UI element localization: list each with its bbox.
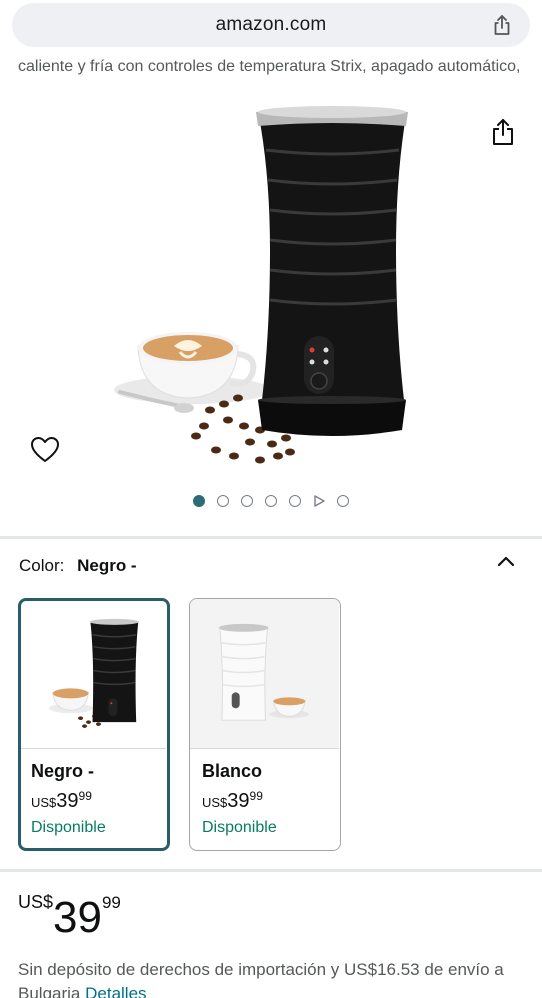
carousel-dot[interactable] — [217, 495, 229, 507]
price-currency: US$ — [31, 795, 57, 810]
price-whole: 39 — [56, 790, 79, 812]
carousel-dot[interactable] — [265, 495, 277, 507]
address-bar[interactable]: amazon.com — [12, 3, 530, 47]
section-divider — [0, 536, 542, 539]
carousel-dot[interactable] — [289, 495, 301, 507]
swatch-image-white — [190, 599, 339, 749]
color-label: Color: — [19, 556, 65, 575]
carousel-dot[interactable] — [337, 495, 349, 507]
color-selector-header[interactable]: Color: Negro - — [19, 556, 137, 576]
price-whole: 39 — [227, 790, 250, 812]
details-link[interactable]: Detalles — [85, 984, 146, 998]
swatch-availability: Disponible — [31, 819, 106, 836]
price-cents: 99 — [78, 789, 92, 803]
shipping-info: Sin depósito de derechos de importación … — [18, 958, 528, 998]
color-selected-value: Negro - — [77, 556, 137, 575]
url-text: amazon.com — [215, 14, 327, 35]
share-icon[interactable] — [490, 13, 514, 37]
color-option-negro[interactable]: Negro - US$3999 Disponible — [18, 598, 170, 851]
product-description: caliente y fría con controles de tempera… — [18, 58, 521, 75]
image-share-icon[interactable] — [490, 118, 516, 146]
heart-icon[interactable] — [30, 436, 60, 464]
chevron-up-icon[interactable] — [496, 553, 516, 569]
price-whole: 39 — [53, 893, 102, 942]
color-option-blanco[interactable]: Blanco US$3999 Disponible — [189, 598, 341, 851]
price-currency: US$ — [18, 892, 54, 912]
section-divider — [0, 869, 542, 872]
price-currency: US$ — [202, 795, 228, 810]
swatch-price: US$3999 — [202, 789, 263, 813]
price-cents: 99 — [101, 893, 121, 912]
carousel-dot[interactable] — [241, 495, 253, 507]
swatch-name: Negro - — [31, 761, 94, 781]
browser-toolbar: amazon.com — [0, 0, 542, 56]
swatch-price: US$3999 — [31, 789, 92, 813]
swatch-availability: Disponible — [202, 819, 277, 836]
swatch-image-black — [21, 618, 166, 749]
carousel-dot[interactable] — [193, 495, 205, 507]
price-cents: 99 — [249, 789, 263, 803]
video-play-icon[interactable] — [313, 495, 325, 507]
product-image[interactable] — [100, 100, 440, 480]
product-price: US$3999 — [18, 892, 121, 943]
swatch-name: Blanco — [202, 761, 263, 781]
image-carousel-dots — [0, 495, 542, 507]
